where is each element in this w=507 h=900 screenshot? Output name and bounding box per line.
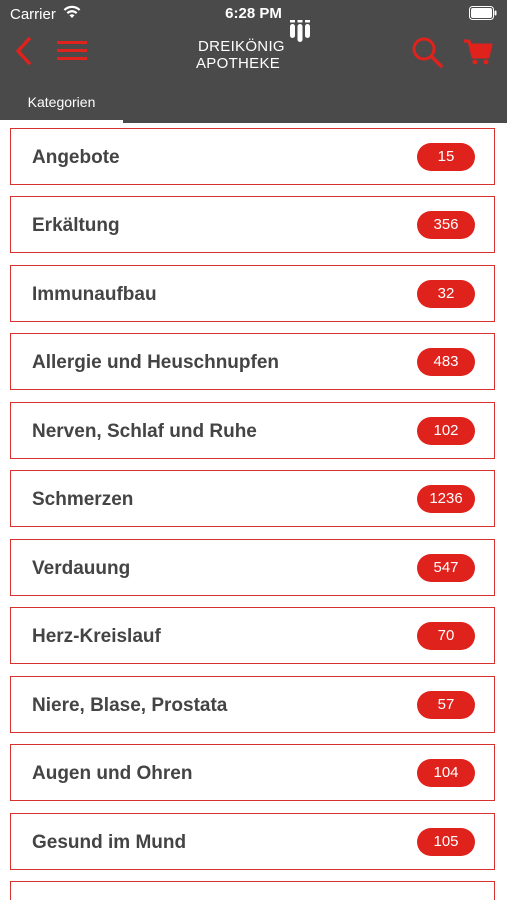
count-badge: 1236 [417, 485, 475, 513]
search-icon[interactable] [411, 36, 445, 75]
category-label: Erkältung [32, 215, 120, 236]
app-header: Carrier 6:28 PM DREIKÖNIG APOTHEKE Kateg… [0, 0, 507, 123]
menu-icon[interactable] [56, 36, 88, 71]
category-label: Immunaufbau [32, 284, 157, 305]
count-badge: 483 [417, 348, 475, 376]
category-list: Angebote 15 Erkältung 356 Immunaufbau 32… [0, 123, 507, 900]
category-label: Herz-Kreislauf [32, 626, 161, 647]
logo-text-line2: APOTHEKE [196, 55, 281, 72]
back-icon[interactable] [12, 36, 36, 71]
category-item-allergie[interactable]: Allergie und Heuschnupfen 483 [10, 333, 495, 390]
logo-text-line1: DREIKÖNIG [198, 38, 285, 55]
category-item-nerven[interactable]: Nerven, Schlaf und Ruhe 102 [10, 402, 495, 459]
pharmacy-logo: DREIKÖNIG APOTHEKE [196, 20, 316, 75]
category-label: Angebote [32, 147, 120, 168]
category-item-erkaeltung[interactable]: Erkältung 356 [10, 196, 495, 253]
category-label: Verdauung [32, 558, 131, 579]
count-badge: 102 [417, 417, 475, 445]
category-item-herz-kreislauf[interactable]: Herz-Kreislauf 70 [10, 607, 495, 664]
category-label: Augen und Ohren [32, 763, 193, 784]
battery-icon [469, 6, 497, 25]
category-label: Niere, Blase, Prostata [32, 695, 228, 716]
cart-icon[interactable] [462, 36, 494, 73]
category-label: Gesund im Mund [32, 832, 187, 853]
category-label: Allergie und Heuschnupfen [32, 352, 280, 373]
category-item-verdauung[interactable]: Verdauung 547 [10, 539, 495, 596]
category-item-partial[interactable] [10, 881, 495, 900]
count-badge: 32 [417, 280, 475, 308]
tab-bar: Kategorien [0, 84, 507, 123]
count-badge: 105 [417, 828, 475, 856]
count-badge: 104 [417, 759, 475, 787]
count-badge: 547 [417, 554, 475, 582]
crown-logo-icon [288, 20, 312, 51]
category-item-angebote[interactable]: Angebote 15 [10, 128, 495, 185]
category-item-gesund-mund[interactable]: Gesund im Mund 105 [10, 813, 495, 870]
count-badge: 70 [417, 622, 475, 650]
category-item-immunaufbau[interactable]: Immunaufbau 32 [10, 265, 495, 322]
count-badge: 57 [417, 691, 475, 719]
category-item-augen-ohren[interactable]: Augen und Ohren 104 [10, 744, 495, 801]
tab-label: Kategorien [27, 94, 96, 110]
count-badge: 356 [417, 211, 475, 239]
count-badge: 15 [417, 143, 475, 171]
category-label: Schmerzen [32, 489, 134, 510]
category-item-niere-blase[interactable]: Niere, Blase, Prostata 57 [10, 676, 495, 733]
tab-kategorien[interactable]: Kategorien [0, 84, 123, 123]
category-label: Nerven, Schlaf und Ruhe [32, 421, 257, 442]
category-item-schmerzen[interactable]: Schmerzen 1236 [10, 470, 495, 527]
